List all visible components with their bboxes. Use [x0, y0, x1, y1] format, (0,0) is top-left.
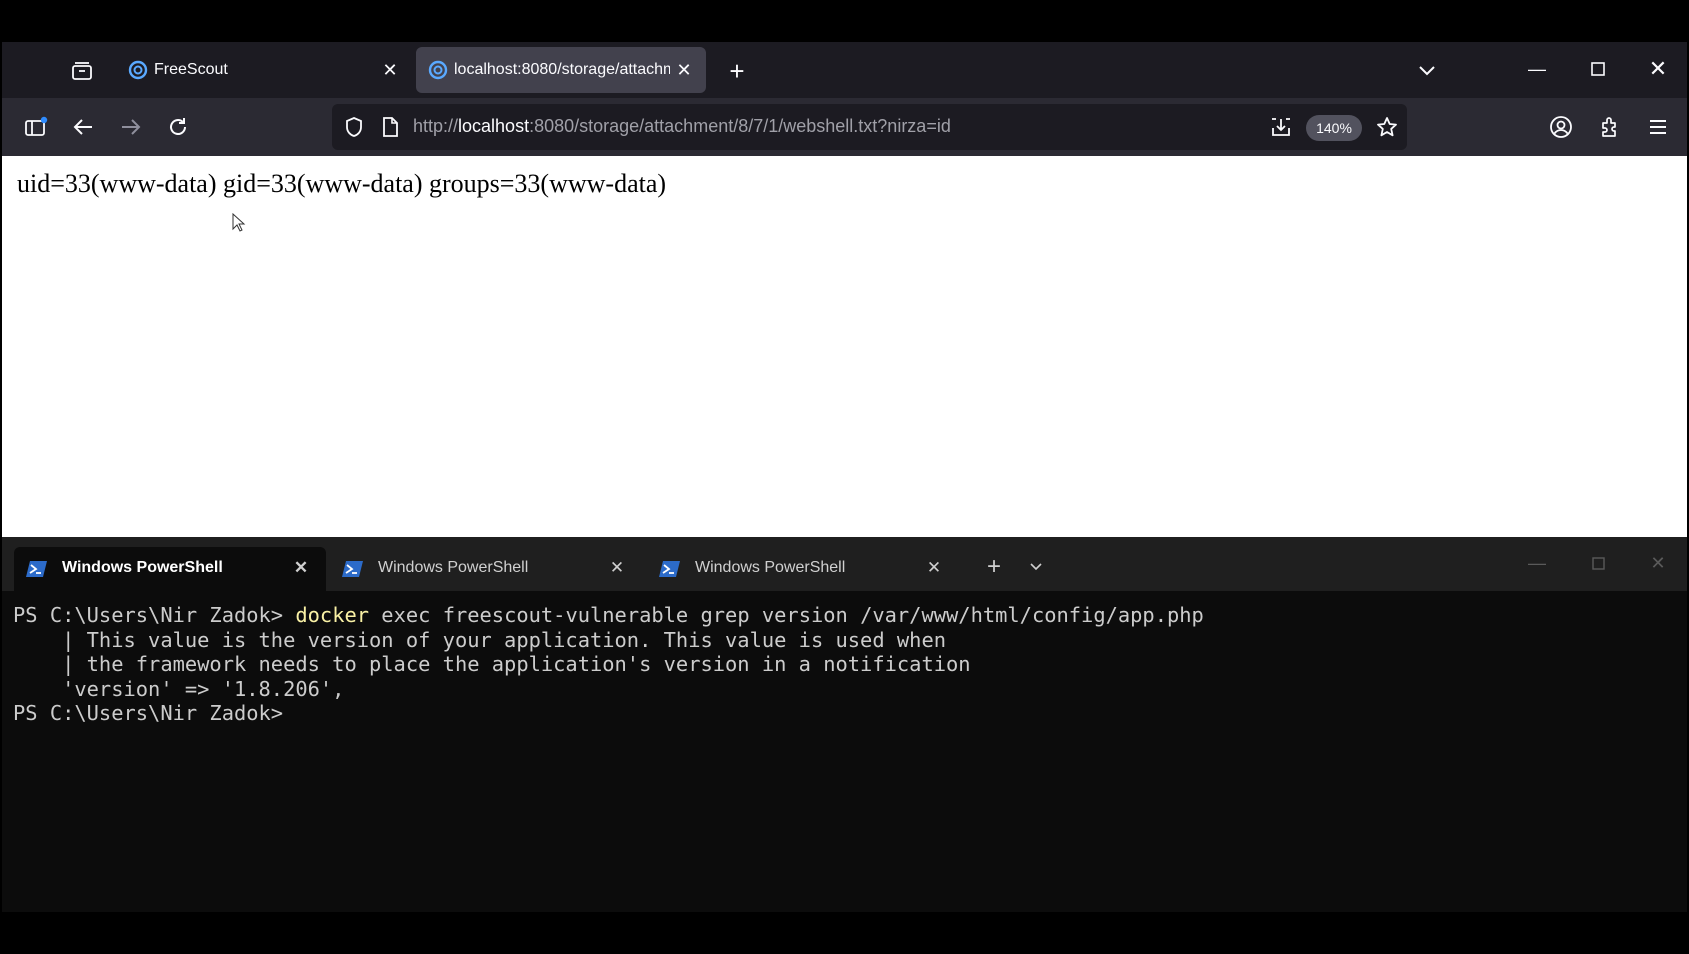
- browser-tab-freescout[interactable]: FreeScout ✕: [116, 47, 412, 93]
- freescout-favicon-icon: [428, 60, 448, 80]
- tab-title: FreeScout: [154, 61, 228, 78]
- maximize-window-button[interactable]: [1584, 549, 1612, 577]
- url-text[interactable]: http://localhost:8080/storage/attachment…: [413, 116, 951, 137]
- url-path: :8080/storage/attachment/8/7/1/webshell.…: [529, 116, 951, 136]
- prompt: PS C:\Users\Nir Zadok>: [13, 603, 296, 627]
- hamburger-icon[interactable]: [1644, 113, 1672, 141]
- command-output-text: uid=33(www-data) gid=33(www-data) groups…: [17, 169, 667, 198]
- close-window-button[interactable]: ✕: [1643, 54, 1673, 84]
- powershell-icon: [342, 560, 364, 578]
- address-bar[interactable]: http://localhost:8080/storage/attachment…: [332, 104, 1407, 150]
- close-tab-icon[interactable]: ✕: [378, 58, 402, 82]
- close-tab-icon[interactable]: ✕: [290, 557, 312, 579]
- browser-tab-bar: FreeScout ✕ localhost:8080/storage/attac…: [2, 42, 1687, 98]
- screen: FreeScout ✕ localhost:8080/storage/attac…: [2, 42, 1687, 912]
- close-window-button[interactable]: ✕: [1644, 549, 1672, 577]
- terminal-tab-bar: Windows PowerShell ✕ Windows PowerShell …: [2, 537, 1687, 591]
- mouse-cursor-icon: [232, 212, 246, 238]
- browser-tab-webshell[interactable]: localhost:8080/storage/attachment/8/7/1/…: [416, 47, 706, 93]
- close-tab-icon[interactable]: ✕: [923, 557, 945, 579]
- minimize-window-button[interactable]: —: [1523, 549, 1551, 577]
- maximize-window-button[interactable]: [1583, 54, 1613, 84]
- tab-overview-icon[interactable]: [68, 58, 96, 84]
- page-content: uid=33(www-data) gid=33(www-data) groups…: [2, 156, 1687, 537]
- sidebar-icon[interactable]: [22, 114, 50, 140]
- zoom-level-badge[interactable]: 140%: [1306, 115, 1362, 141]
- output-line: | the framework needs to place the appli…: [13, 652, 971, 677]
- terminal-tab-title: Windows PowerShell: [695, 559, 846, 576]
- command-args: exec freescout-vulnerable grep version /…: [369, 603, 1204, 627]
- powershell-icon: [26, 560, 48, 578]
- account-icon[interactable]: [1547, 113, 1575, 141]
- output-line: | This value is the version of your appl…: [13, 627, 946, 652]
- close-tab-icon[interactable]: ✕: [672, 58, 696, 82]
- page-icon[interactable]: [378, 115, 402, 139]
- terminal-tab[interactable]: Windows PowerShell ✕: [330, 547, 642, 591]
- chevron-down-icon[interactable]: [1412, 56, 1442, 86]
- close-tab-icon[interactable]: ✕: [606, 557, 628, 579]
- terminal-window: Windows PowerShell ✕ Windows PowerShell …: [2, 537, 1687, 912]
- terminal-output[interactable]: PS C:\Users\Nir Zadok> docker exec frees…: [13, 603, 1204, 726]
- shield-icon[interactable]: [342, 115, 366, 139]
- browser-nav-bar: http://localhost:8080/storage/attachment…: [2, 98, 1687, 156]
- minimize-window-button[interactable]: —: [1522, 54, 1552, 84]
- powershell-icon: [659, 560, 681, 578]
- reload-icon[interactable]: [164, 114, 192, 140]
- prompt: PS C:\Users\Nir Zadok>: [13, 701, 284, 726]
- freescout-favicon-icon: [128, 60, 148, 80]
- download-icon[interactable]: [1268, 114, 1294, 140]
- url-host: localhost: [458, 116, 530, 136]
- command-name: docker: [295, 603, 370, 627]
- url-scheme: http://: [413, 116, 459, 136]
- back-arrow-icon[interactable]: [69, 114, 97, 140]
- output-line: 'version' => '1.8.206',: [13, 676, 345, 701]
- forward-arrow-icon[interactable]: [117, 114, 145, 140]
- terminal-tab-title: Windows PowerShell: [62, 559, 223, 576]
- star-icon[interactable]: [1374, 114, 1400, 140]
- chevron-down-icon[interactable]: [1022, 553, 1050, 581]
- plus-icon[interactable]: +: [722, 56, 752, 86]
- browser-window: FreeScout ✕ localhost:8080/storage/attac…: [2, 42, 1687, 537]
- puzzle-icon[interactable]: [1596, 113, 1624, 141]
- plus-icon[interactable]: +: [980, 553, 1008, 581]
- terminal-tab[interactable]: Windows PowerShell ✕: [14, 547, 326, 591]
- tab-title: localhost:8080/storage/attachment/8/7/1/…: [454, 61, 670, 78]
- terminal-tab-title: Windows PowerShell: [378, 559, 529, 576]
- terminal-tab[interactable]: Windows PowerShell ✕: [647, 547, 959, 591]
